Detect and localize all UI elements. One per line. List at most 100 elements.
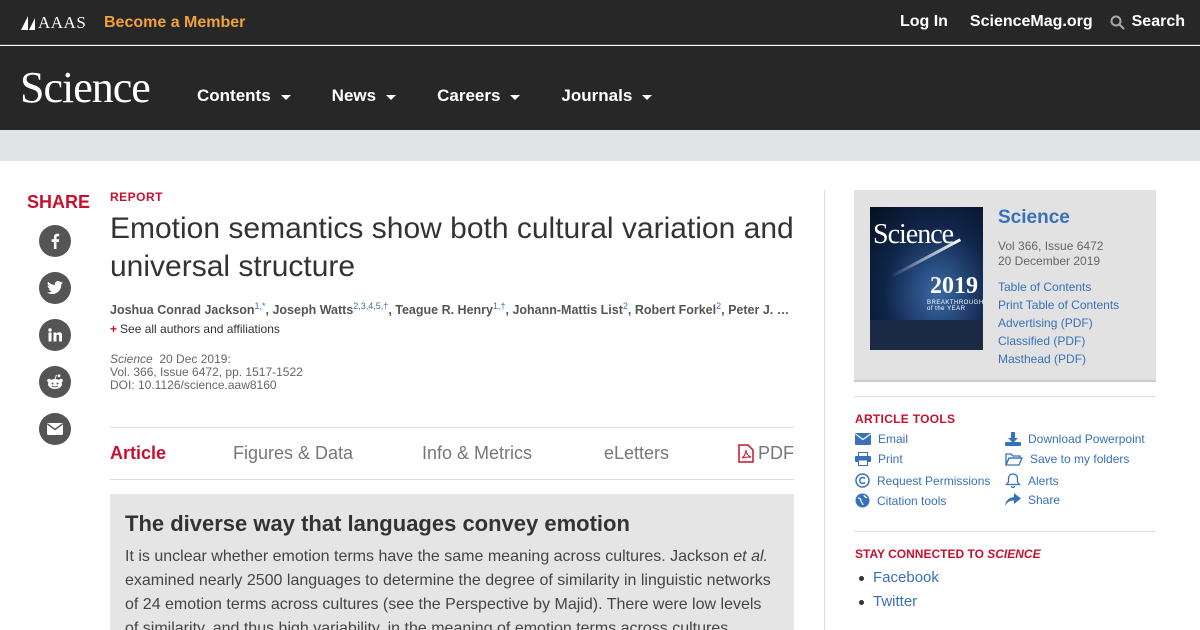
facebook-link[interactable]: Facebook xyxy=(859,566,939,590)
search-button[interactable]: Search xyxy=(1110,13,1185,31)
print-toc-link[interactable]: Print Table of Contents xyxy=(998,296,1119,314)
envelope-icon xyxy=(855,433,871,445)
tool-label: Share xyxy=(1028,493,1061,507)
tool-share[interactable]: Share xyxy=(1005,493,1060,507)
printer-icon xyxy=(855,452,871,466)
nav-news-label: News xyxy=(331,86,377,105)
citation-journal: Science xyxy=(110,352,153,367)
tab-eletters[interactable]: eLetters xyxy=(604,443,669,464)
tab-article[interactable]: Article xyxy=(110,443,166,464)
article-title: Emotion semantics show both cultural var… xyxy=(110,212,794,283)
email-icon[interactable] xyxy=(39,413,71,445)
article-tools-title: ARTICLE TOOLS xyxy=(855,412,956,426)
twitter-link[interactable]: Twitter xyxy=(859,590,939,614)
author-name[interactable]: Robert Forkel xyxy=(635,303,716,317)
see-all-label: See all authors and affiliations xyxy=(120,322,280,337)
citation-doi[interactable]: DOI: 10.1126/science.aaw8160 xyxy=(110,379,794,392)
share-title: SHARE xyxy=(27,192,91,212)
citation-block: Science 20 Dec 2019: Vol. 366, Issue 647… xyxy=(110,353,794,392)
divider xyxy=(854,396,1156,397)
reddit-icon[interactable] xyxy=(39,366,71,398)
social-links: Facebook Twitter xyxy=(859,566,939,614)
journal-issue-box: Science 2019 BREAKTHROUGH of the YEAR Sc… xyxy=(854,190,1156,382)
tool-citation[interactable]: Citation tools xyxy=(855,493,946,508)
twitter-icon[interactable] xyxy=(39,272,71,304)
pdf-icon xyxy=(738,444,754,463)
cover-title: Science xyxy=(873,219,954,250)
table-of-contents-link[interactable]: Table of Contents xyxy=(998,278,1119,296)
issue-cover-image[interactable]: Science 2019 BREAKTHROUGH of the YEAR xyxy=(870,207,983,350)
journal-info: Science Vol 366, Issue 6472 20 December … xyxy=(998,207,1119,368)
nav-careers[interactable]: Careers xyxy=(437,86,521,106)
author-affiliation[interactable]: 2 xyxy=(716,301,721,311)
linkedin-icon[interactable] xyxy=(39,319,71,351)
share-arrow-icon xyxy=(1005,493,1021,506)
tool-label: Print xyxy=(878,452,903,466)
author-name[interactable]: Teague R. Henry xyxy=(395,303,493,317)
globe-icon xyxy=(855,493,870,508)
summary-heading: The diverse way that languages convey em… xyxy=(125,511,630,536)
journal-links: Table of Contents Print Table of Content… xyxy=(998,278,1119,368)
nav-journals[interactable]: Journals xyxy=(561,86,653,106)
author-name[interactable]: Peter J. Much… xyxy=(728,303,794,317)
author-affiliation[interactable]: 2,3,4,5,† xyxy=(353,301,388,311)
summary-text-part: It is unclear whether emotion terms have… xyxy=(125,548,734,565)
become-member-link[interactable]: Become a Member xyxy=(104,14,245,32)
caret-down-icon xyxy=(280,94,291,100)
login-link[interactable]: Log In xyxy=(900,13,948,31)
plus-icon: + xyxy=(110,322,118,337)
advertising-link[interactable]: Advertising (PDF) xyxy=(998,314,1119,332)
divider xyxy=(854,531,1156,532)
author-list: Joshua Conrad Jackson1,*, Joseph Watts2,… xyxy=(110,301,794,317)
breadcrumb-strip xyxy=(0,130,1200,161)
tab-info-metrics[interactable]: Info & Metrics xyxy=(422,443,532,464)
author-affiliation[interactable]: 1,* xyxy=(255,301,266,311)
author-affiliation[interactable]: 1,† xyxy=(493,301,506,311)
author-name[interactable]: Joshua Conrad Jackson xyxy=(110,303,255,317)
caret-down-icon xyxy=(510,94,521,100)
sciencemag-link[interactable]: ScienceMag.org xyxy=(970,13,1093,31)
tool-label: Save to my folders xyxy=(1030,452,1130,466)
tool-download-ppt[interactable]: Download Powerpoint xyxy=(1005,432,1145,446)
author-name[interactable]: Joseph Watts xyxy=(272,303,353,317)
summary-text-part: examined nearly 2500 languages to determ… xyxy=(125,572,771,630)
tool-print[interactable]: Print xyxy=(855,452,903,466)
masthead-link[interactable]: Masthead (PDF) xyxy=(998,350,1119,368)
search-icon xyxy=(1110,15,1125,30)
aaas-mark-icon xyxy=(21,16,35,30)
facebook-icon[interactable] xyxy=(39,225,71,257)
stay-title-journal: SCIENCE xyxy=(987,547,1041,561)
nav-contents-label: Contents xyxy=(197,86,271,105)
aaas-logo-text: AAAS xyxy=(38,13,87,32)
pdf-label: PDF xyxy=(758,443,794,463)
top-links: Log In ScienceMag.org Search xyxy=(878,13,1185,31)
nav-contents[interactable]: Contents xyxy=(197,86,291,106)
top-bar: AAAS Become a Member Log In ScienceMag.o… xyxy=(0,0,1200,45)
tool-email[interactable]: Email xyxy=(855,432,908,446)
tab-pdf[interactable]: PDF xyxy=(738,443,794,464)
aaas-logo[interactable]: AAAS xyxy=(20,13,86,33)
tool-save-folder[interactable]: Save to my folders xyxy=(1005,452,1129,466)
classified-link[interactable]: Classified (PDF) xyxy=(998,332,1119,350)
journal-date: 20 December 2019 xyxy=(998,254,1101,268)
see-all-authors-link[interactable]: + See all authors and affiliations xyxy=(110,322,794,336)
tool-label: Alerts xyxy=(1028,473,1059,488)
download-icon xyxy=(1005,432,1021,446)
summary-text: It is unclear whether emotion terms have… xyxy=(125,545,779,630)
science-logo[interactable]: Science xyxy=(20,62,151,113)
caret-down-icon xyxy=(642,94,653,100)
author-name[interactable]: Johann-Mattis List xyxy=(512,303,622,317)
tool-alerts[interactable]: Alerts xyxy=(1005,473,1059,488)
tab-figures-data[interactable]: Figures & Data xyxy=(233,443,353,464)
author-affiliation[interactable]: 2 xyxy=(623,301,628,311)
article-header: REPORT Emotion semantics show both cultu… xyxy=(110,190,794,480)
journal-name[interactable]: Science xyxy=(998,207,1119,229)
main-nav: Science Contents News Careers Journals xyxy=(0,46,1200,130)
stay-connected-title: STAY CONNECTED TO SCIENCE xyxy=(855,547,1041,561)
share-icons xyxy=(39,225,71,460)
tool-permissions[interactable]: Request Permissions xyxy=(855,473,990,488)
column-divider xyxy=(824,190,825,630)
tool-label: Request Permissions xyxy=(877,473,991,488)
nav-menu: Contents News Careers Journals xyxy=(197,86,693,106)
nav-news[interactable]: News xyxy=(331,86,397,106)
